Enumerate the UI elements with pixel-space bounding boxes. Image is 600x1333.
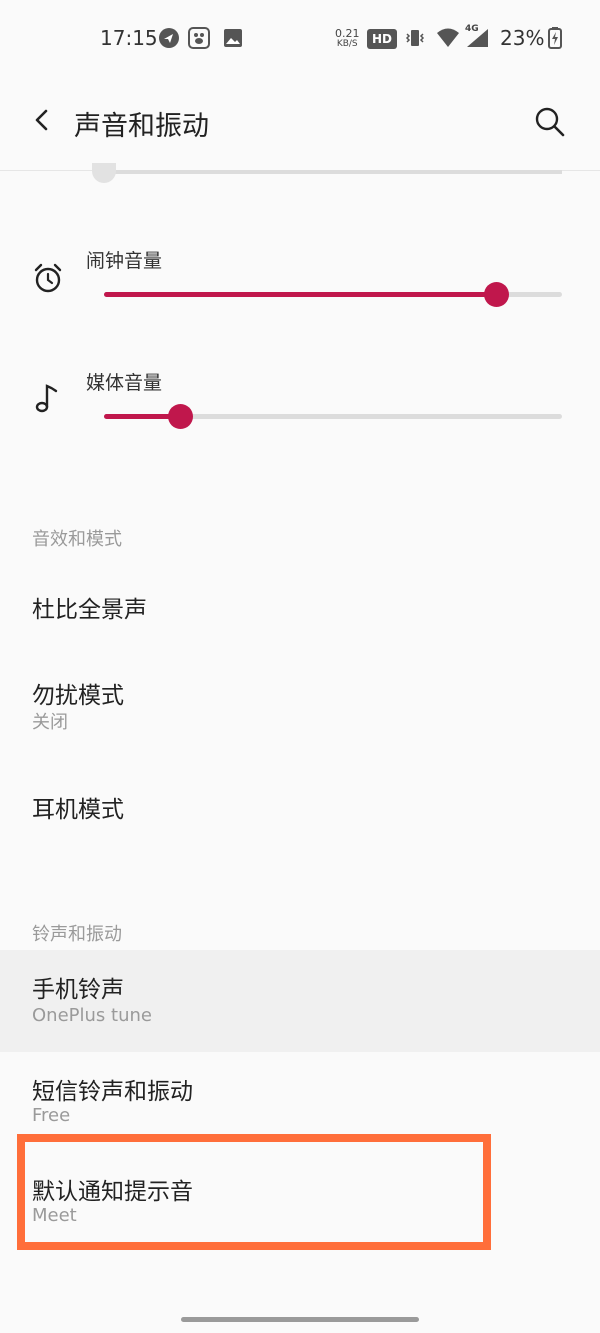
alarm-clock-icon (32, 262, 64, 294)
wifi-icon (436, 27, 459, 49)
battery-percent: 23% (500, 26, 545, 50)
cellular-signal-icon: 4G (464, 24, 490, 49)
item-subtitle: Meet (32, 1205, 77, 1226)
image-icon (222, 27, 244, 49)
music-note-icon (32, 382, 64, 414)
net-speed-unit: KB/S (336, 39, 358, 49)
list-item-phone-ringtone[interactable]: 手机铃声 OnePlus tune (0, 950, 600, 1052)
item-title: 杜比全景声 (32, 597, 147, 623)
page-title: 声音和振动 (74, 111, 209, 142)
list-item-sms-ringtone[interactable]: 短信铃声和振动 Free (0, 1052, 600, 1152)
item-title: 勿扰模式 (32, 683, 124, 709)
alarm-volume-thumb[interactable] (483, 282, 509, 307)
status-time: 17:15 (100, 26, 158, 50)
hd-badge: HD (367, 29, 397, 49)
section-header-ringtones: 铃声和振动 (32, 924, 122, 945)
scrolled-slider-track (104, 170, 562, 174)
network-type: 4G (465, 24, 479, 34)
alarm-volume-label: 闹钟音量 (86, 250, 163, 272)
status-bar: 17:15 0.21 KB/S HD 4G 23% (0, 0, 600, 78)
alarm-volume-fill (104, 292, 496, 297)
item-title: 手机铃声 (32, 977, 124, 1003)
item-subtitle: OnePlus tune (32, 1005, 152, 1026)
search-icon[interactable] (532, 104, 566, 138)
item-title: 短信铃声和振动 (32, 1079, 193, 1105)
media-volume-slider[interactable] (104, 404, 562, 429)
section-header-effects: 音效和模式 (32, 529, 122, 550)
net-speed-value: 0.21 (335, 27, 360, 40)
back-arrow-icon[interactable] (28, 106, 56, 134)
alarm-volume-slider[interactable] (104, 282, 562, 307)
alarm-volume-row: 闹钟音量 (0, 240, 600, 330)
item-subtitle: 关闭 (32, 712, 68, 733)
list-item-default-notification-sound[interactable]: 默认通知提示音 Meet (0, 1152, 600, 1252)
item-subtitle: Free (32, 1105, 71, 1126)
media-volume-row: 媒体音量 (0, 362, 600, 452)
app-notification-icon (158, 27, 180, 49)
list-item-dolby[interactable]: 杜比全景声 (0, 560, 600, 650)
net-speed: 0.21 KB/S (335, 28, 360, 50)
app-bar: 声音和振动 (0, 78, 600, 171)
item-title: 默认通知提示音 (32, 1179, 193, 1205)
media-volume-label: 媒体音量 (86, 372, 163, 394)
list-item-do-not-disturb[interactable]: 勿扰模式 关闭 (0, 650, 600, 760)
media-volume-thumb[interactable] (167, 404, 193, 429)
list-item-headphone-mode[interactable]: 耳机模式 (0, 760, 600, 850)
vibrate-icon (404, 27, 426, 49)
item-title: 耳机模式 (32, 797, 124, 823)
battery-charging-icon (548, 27, 562, 49)
scrolled-slider-thumb (92, 163, 116, 183)
paw-app-icon (188, 27, 210, 49)
home-indicator[interactable] (181, 1317, 419, 1322)
